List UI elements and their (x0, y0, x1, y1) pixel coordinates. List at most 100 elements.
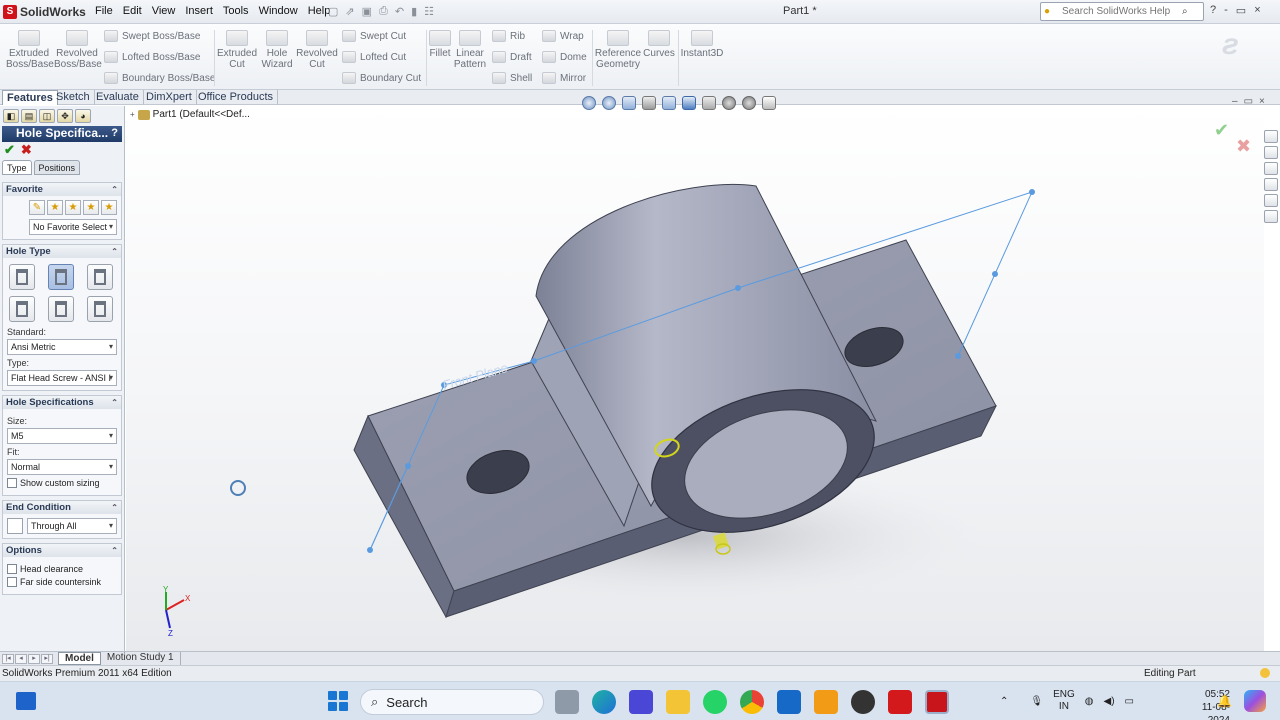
view-settings-icon[interactable] (762, 96, 776, 110)
delete-favorite-icon[interactable]: ★ (83, 200, 99, 215)
rib-button[interactable]: Rib (492, 30, 525, 42)
tab-evaluate[interactable]: Evaluate (92, 90, 144, 105)
shell-button[interactable]: Shell (492, 72, 532, 84)
hole-wizard-button[interactable]: Hole Wizard (258, 30, 296, 70)
task-view-app-icon[interactable] (555, 690, 579, 714)
menu-edit[interactable]: Edit (118, 5, 147, 17)
feature-tree-root[interactable]: + Part1 (Default<<Def... (130, 109, 250, 120)
add-favorite-icon[interactable]: ★ (47, 200, 63, 215)
save-icon[interactable]: ▣ (362, 5, 372, 18)
print-icon[interactable]: ⎙ (379, 5, 388, 18)
maximize-button[interactable]: ▭ (1236, 4, 1246, 17)
dome-button[interactable]: Dome (542, 51, 587, 63)
save-favorite-icon[interactable]: ★ (101, 200, 117, 215)
collapse-icon[interactable]: ⌃ (111, 245, 118, 258)
property-manager-tab-icon[interactable]: ▤ (21, 109, 37, 123)
lofted-boss-button[interactable]: Lofted Boss/Base (104, 51, 200, 63)
head-clearance-checkbox[interactable]: Head clearance (7, 564, 117, 574)
standard-select[interactable]: Ansi Metric ▾ (7, 339, 117, 355)
new-icon[interactable]: ▢ (328, 5, 338, 18)
collapse-icon[interactable]: ⌃ (111, 544, 118, 557)
dimxpert-tab-icon[interactable]: ✥ (57, 109, 73, 123)
help-icon[interactable]: ? (111, 126, 118, 141)
previous-view-icon[interactable] (622, 96, 636, 110)
tab-office-products[interactable]: Office Products (194, 90, 278, 105)
confirm-cancel-icon[interactable]: ✖ (1236, 136, 1251, 157)
volume-icon[interactable]: ◀) (1104, 696, 1115, 707)
viewport-minimize-button[interactable]: – (1232, 96, 1238, 107)
store-icon[interactable] (777, 690, 801, 714)
first-tab-icon[interactable]: |◂ (2, 653, 14, 664)
hole-icon[interactable] (87, 264, 113, 290)
file-explorer-icon[interactable] (1264, 162, 1278, 175)
configuration-tab-icon[interactable]: ◫ (39, 109, 55, 123)
microphone-icon[interactable]: 🎙 (1030, 696, 1043, 707)
part-model[interactable]: Front Plane (126, 106, 1264, 651)
apply-defaults-icon[interactable]: ✎ (29, 200, 45, 215)
edge-icon[interactable] (592, 690, 616, 714)
undo-icon[interactable]: ↶ (395, 5, 404, 18)
tapered-tap-icon[interactable] (48, 296, 74, 322)
minimize-button[interactable]: - (1224, 4, 1228, 17)
copilot-icon[interactable] (1244, 690, 1266, 712)
tab-features[interactable]: Features (2, 90, 58, 105)
ok-button[interactable]: ✔ (4, 142, 15, 158)
apply-scene-icon[interactable] (742, 96, 756, 110)
size-select[interactable]: M5 ▾ (7, 428, 117, 444)
language-indicator[interactable]: ENG IN (1053, 689, 1075, 713)
display-manager-tab-icon[interactable]: ◕ (75, 109, 91, 123)
collapse-icon[interactable]: ⌃ (111, 396, 118, 409)
feature-tree-tab-icon[interactable]: ◧ (3, 109, 19, 123)
acrobat-icon[interactable] (888, 690, 912, 714)
revolved-boss-button[interactable]: Revolved Boss/Base (54, 30, 102, 70)
help-search-input[interactable] (1062, 6, 1182, 17)
counterbore-icon[interactable] (9, 264, 35, 290)
solidworks-logo[interactable]: S SolidWorks (0, 2, 86, 22)
lofted-cut-button[interactable]: Lofted Cut (342, 51, 406, 63)
menu-window[interactable]: Window (254, 5, 303, 17)
warning-icon[interactable] (1260, 668, 1270, 678)
notification-bell-icon[interactable]: 🔔 (1217, 694, 1232, 708)
last-tab-icon[interactable]: ▸| (41, 653, 53, 664)
hd-app-icon[interactable] (814, 690, 838, 714)
obs-icon[interactable] (851, 690, 875, 714)
view-orientation-icon[interactable] (662, 96, 676, 110)
tab-model[interactable]: Model (58, 652, 101, 665)
prev-tab-icon[interactable]: ◂ (15, 653, 27, 664)
rebuild-icon[interactable]: ▮ (411, 5, 417, 18)
swept-cut-button[interactable]: Swept Cut (342, 30, 406, 42)
draft-button[interactable]: Draft (492, 51, 532, 63)
whatsapp-icon[interactable] (703, 690, 727, 714)
reverse-direction-icon[interactable] (7, 518, 23, 534)
fit-select[interactable]: Normal ▾ (7, 459, 117, 475)
close-button[interactable]: × (1254, 4, 1260, 17)
taskbar-search[interactable]: ⌕ Search (360, 689, 544, 715)
menu-insert[interactable]: Insert (180, 5, 218, 17)
end-condition-select[interactable]: Through All ▾ (27, 518, 117, 534)
update-favorite-icon[interactable]: ★ (65, 200, 81, 215)
confirm-ok-icon[interactable]: ✔ (1214, 120, 1229, 141)
zoom-to-fit-icon[interactable] (582, 96, 596, 110)
tab-dimxpert[interactable]: DimXpert (142, 90, 197, 105)
help-search-box[interactable]: ● ⌕ (1040, 2, 1204, 21)
design-library-icon[interactable] (1264, 146, 1278, 159)
section-view-icon[interactable] (642, 96, 656, 110)
legacy-hole-icon[interactable] (87, 296, 113, 322)
reference-geometry-button[interactable]: Reference Geometry (594, 30, 642, 70)
fillet-button[interactable]: Fillet (428, 30, 452, 59)
menu-tools[interactable]: Tools (218, 5, 254, 17)
appearances-icon[interactable] (1264, 194, 1278, 207)
solidworks-resources-icon[interactable] (1264, 130, 1278, 143)
collapse-icon[interactable]: ⌃ (111, 183, 118, 196)
custom-properties-icon[interactable] (1264, 210, 1278, 223)
boundary-boss-button[interactable]: Boundary Boss/Base (104, 72, 215, 84)
tab-positions[interactable]: Positions (33, 160, 81, 175)
open-icon[interactable]: ⇗ (345, 5, 354, 18)
collapse-icon[interactable]: ⌃ (111, 501, 118, 514)
search-icon[interactable]: ⌕ (1182, 6, 1188, 17)
menu-file[interactable]: File (90, 5, 118, 17)
battery-icon[interactable]: ▭ (1125, 696, 1134, 707)
network-icon[interactable]: ◍ (1085, 696, 1094, 707)
expand-icon[interactable]: + (130, 110, 135, 119)
tab-type[interactable]: Type (2, 160, 32, 175)
